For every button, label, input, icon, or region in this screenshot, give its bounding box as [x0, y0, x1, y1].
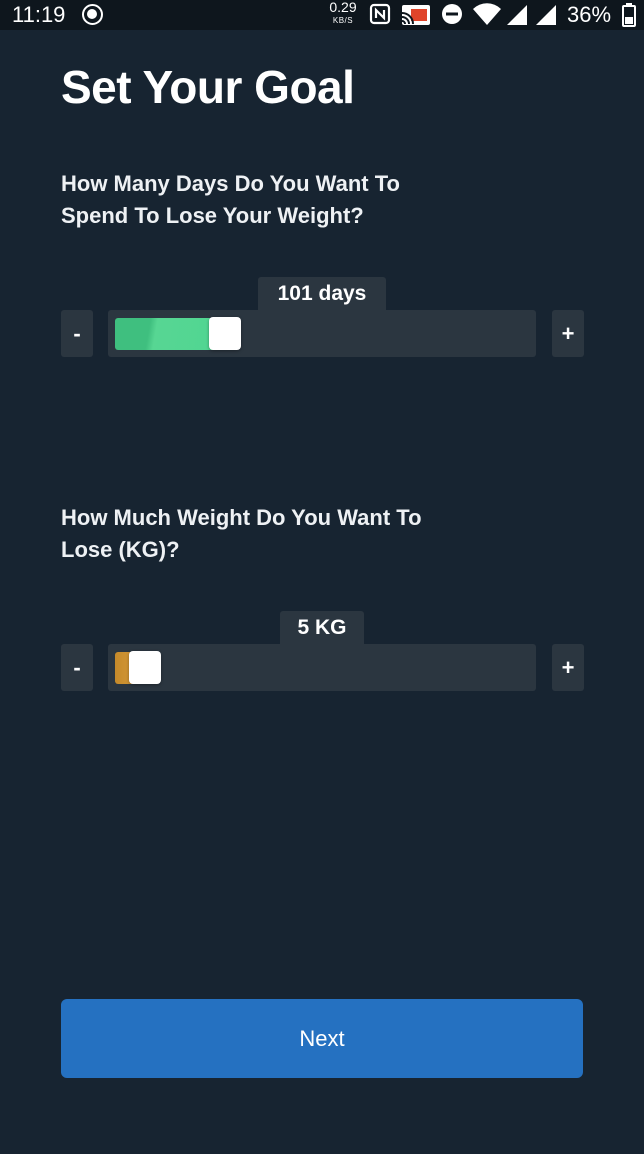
next-button[interactable]: Next	[61, 999, 583, 1078]
status-bar: 11:19 0.29 KB/S x 36%	[0, 0, 644, 30]
signal-icon	[507, 5, 527, 25]
page-title: Set Your Goal	[61, 61, 355, 113]
weight-increment-button[interactable]: +	[552, 644, 584, 691]
nfc-icon	[369, 3, 391, 25]
battery-percent: 36%	[567, 2, 612, 27]
wifi-icon: x	[473, 3, 501, 25]
network-speed-unit: KB/S	[332, 16, 354, 25]
days-decrement-button[interactable]: -	[61, 310, 93, 357]
days-value-badge: 101 days	[258, 277, 386, 311]
weight-value-badge: 5 KG	[280, 611, 364, 645]
battery-icon	[622, 3, 636, 27]
signal-icon	[536, 5, 556, 25]
screen: 11:19 0.29 KB/S x 36% Set Your Goal How …	[0, 0, 644, 1154]
weight-decrement-button[interactable]: -	[61, 644, 93, 691]
weight-question: How Much Weight Do You Want To Lose (KG)…	[61, 505, 422, 562]
recording-icon	[82, 4, 103, 25]
network-speed-value: 0.29	[329, 0, 357, 15]
days-increment-button[interactable]: +	[552, 310, 584, 357]
weight-slider-thumb[interactable]	[129, 651, 161, 684]
status-time: 11:19	[12, 2, 66, 27]
days-slider-thumb[interactable]	[209, 317, 241, 350]
weight-slider[interactable]	[108, 644, 536, 691]
days-question: How Many Days Do You Want To Spend To Lo…	[61, 171, 400, 228]
network-speed: 0.29 KB/S	[326, 0, 360, 26]
cast-icon	[401, 5, 430, 25]
days-slider[interactable]	[108, 310, 536, 357]
do-not-disturb-icon	[442, 4, 462, 24]
svg-text:x: x	[493, 5, 499, 15]
